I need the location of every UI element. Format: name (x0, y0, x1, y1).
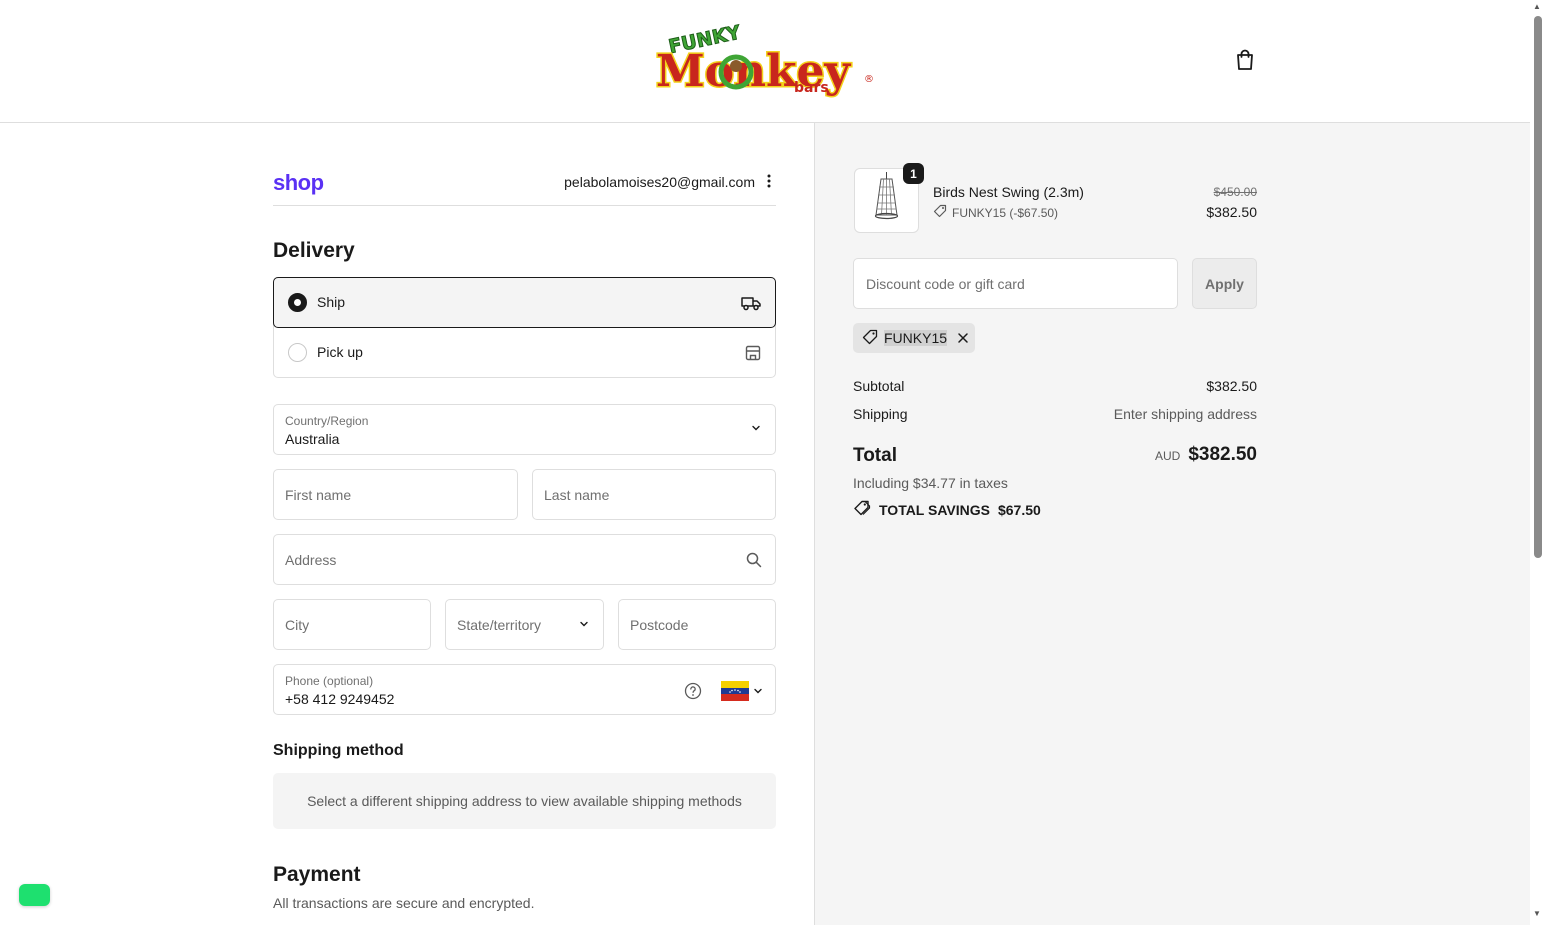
shipping-method-notice: Select a different shipping address to v… (273, 773, 776, 829)
site-header: FUNKY Monkey bars ® (0, 0, 1530, 123)
total-label: Total (853, 445, 897, 466)
chevron-down-icon (754, 688, 762, 694)
applied-discount-code: FUNKY15 (884, 330, 948, 346)
tag-icon (862, 329, 878, 348)
savings-tag-icon (853, 500, 871, 519)
store-icon (743, 343, 763, 363)
scroll-down-arrow-icon[interactable]: ▼ (1533, 909, 1541, 918)
pickup-label: Pick up (317, 344, 363, 360)
subtotal-label: Subtotal (853, 378, 905, 394)
venezuela-flag-icon (721, 681, 749, 701)
more-options-icon[interactable] (762, 172, 776, 190)
pickup-radio[interactable] (288, 343, 307, 362)
product-discount-text: FUNKY15 (-$67.50) (952, 205, 1059, 220)
truck-icon (741, 293, 761, 313)
shipping-method-heading: Shipping method (273, 742, 404, 759)
apply-button[interactable]: Apply (1192, 258, 1257, 309)
payment-subtitle: All transactions are secure and encrypte… (273, 895, 535, 911)
chevron-down-icon (579, 619, 589, 629)
product-name: Birds Nest Swing (2.3m) (933, 184, 1084, 200)
ship-label: Ship (317, 294, 346, 310)
checkout-form-panel: shop pelabolamoises20@gmail.com Delivery… (0, 123, 815, 925)
applied-discount-chip: FUNKY15 (853, 323, 975, 353)
country-value: Australia (285, 431, 340, 447)
phone-field[interactable]: Phone (optional) +58 412 9249452 (273, 664, 776, 715)
payment-heading: Payment (273, 863, 361, 886)
delivery-heading: Delivery (273, 239, 355, 262)
city-placeholder: City (285, 617, 310, 633)
shopping-bag-icon (1235, 49, 1255, 74)
scroll-up-arrow-icon[interactable]: ▲ (1533, 2, 1541, 11)
discount-code-placeholder: Discount code or gift card (866, 276, 1025, 292)
page-scrollbar[interactable]: ▲ ▼ (1530, 0, 1545, 925)
quantity-badge: 1 (903, 163, 924, 184)
help-icon[interactable] (684, 682, 702, 700)
chat-button[interactable] (19, 884, 50, 906)
delivery-option-pickup[interactable]: Pick up (274, 328, 777, 378)
first-name-field[interactable]: First name (273, 469, 518, 520)
product-original-price: $450.00 (1213, 185, 1257, 199)
store-logo[interactable]: FUNKY Monkey bars ® (654, 20, 876, 102)
savings-label: TOTAL SAVINGS (879, 501, 990, 518)
scrollbar-thumb[interactable] (1534, 16, 1542, 558)
phone-label: Phone (optional) (285, 674, 374, 688)
shipping-label: Shipping (853, 406, 908, 422)
postcode-field[interactable]: Postcode (618, 599, 776, 650)
tax-note: Including $34.77 in taxes (853, 475, 1008, 491)
logo-registered-mark: ® (864, 74, 874, 85)
search-icon[interactable] (746, 552, 762, 568)
state-select[interactable]: State/territory (445, 599, 604, 650)
ship-radio[interactable] (288, 293, 307, 312)
total-savings: TOTAL SAVINGS $67.50 (853, 500, 1041, 519)
subtotal-value: $382.50 (1206, 378, 1257, 394)
last-name-field[interactable]: Last name (532, 469, 776, 520)
last-name-placeholder: Last name (544, 487, 610, 503)
first-name-placeholder: First name (285, 487, 352, 503)
savings-value: $67.50 (997, 501, 1041, 518)
country-select[interactable]: Country/Region Australia (273, 404, 776, 455)
chevron-down-icon (751, 423, 761, 433)
state-placeholder: State/territory (457, 617, 542, 633)
address-field[interactable]: Address (273, 534, 776, 585)
cart-button[interactable] (1232, 48, 1258, 74)
country-code-selector[interactable] (721, 681, 763, 701)
discount-code-input[interactable]: Discount code or gift card (853, 258, 1178, 309)
postcode-placeholder: Postcode (630, 617, 689, 633)
shipping-value: Enter shipping address (1113, 406, 1257, 422)
product-price: $382.50 (1206, 204, 1257, 220)
logo-text-bars: bars (794, 80, 829, 96)
shop-pay-logo[interactable]: shop (273, 170, 324, 196)
tag-icon (933, 204, 947, 221)
remove-discount-icon[interactable] (955, 330, 971, 346)
total-amount: AUD $382.50 (1155, 444, 1257, 466)
delivery-method-group: Ship Pick up (273, 277, 776, 378)
total-value: $382.50 (1188, 444, 1257, 465)
delivery-option-ship[interactable]: Ship (273, 277, 776, 328)
address-placeholder: Address (285, 552, 337, 568)
account-email: pelabolamoises20@gmail.com (564, 174, 755, 190)
total-currency: AUD (1154, 449, 1181, 463)
phone-value: +58 412 9249452 (285, 691, 395, 707)
product-discount: FUNKY15 (-$67.50) (933, 204, 1058, 221)
order-summary-panel: 1 Birds Nest Swing (2.3m) FUNKY15 (-$67.… (815, 123, 1530, 925)
city-field[interactable]: City (273, 599, 431, 650)
shop-account-row: shop pelabolamoises20@gmail.com (273, 166, 776, 206)
country-label: Country/Region (285, 414, 369, 428)
